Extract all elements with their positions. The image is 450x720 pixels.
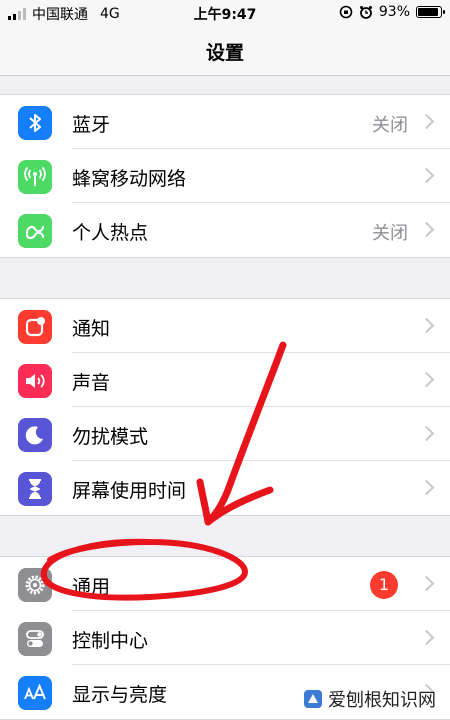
settings-row-cellular[interactable]: 蜂窝移动网络 xyxy=(0,149,450,203)
status-right: 93% xyxy=(339,4,445,20)
settings-row-hotspot[interactable]: 个人热点 关闭 xyxy=(0,203,450,257)
bluetooth-icon xyxy=(18,106,52,140)
settings-row-do-not-disturb[interactable]: 勿扰模式 xyxy=(0,407,450,461)
toggles-icon xyxy=(18,622,52,656)
hotspot-icon xyxy=(18,214,52,248)
row-value: 关闭 xyxy=(372,115,408,136)
row-label: 屏幕使用时间 xyxy=(72,480,187,502)
row-label: 通知 xyxy=(72,318,111,340)
antenna-icon xyxy=(18,160,52,194)
row-label: 显示与亮度 xyxy=(72,684,168,706)
moon-icon xyxy=(18,418,52,452)
settings-row-notifications[interactable]: 通知 xyxy=(0,299,450,353)
chevron-right-icon xyxy=(418,371,435,388)
chevron-right-icon xyxy=(418,575,435,592)
watermark-text: 爱刨根知识网 xyxy=(328,690,436,711)
text-size-icon xyxy=(18,676,52,710)
settings-row-general[interactable]: 通用 1 xyxy=(0,557,450,611)
settings-row-control-center[interactable]: 控制中心 xyxy=(0,611,450,665)
alarm-icon xyxy=(359,6,372,19)
connectivity-section: 蓝牙 关闭 蜂窝移动网络 个人热点 关闭 xyxy=(0,94,450,258)
watermark: 爱刨根知识网 xyxy=(302,686,436,712)
settings-row-bluetooth[interactable]: 蓝牙 关闭 xyxy=(0,95,450,149)
row-label: 声音 xyxy=(72,372,111,394)
battery-icon xyxy=(416,6,445,18)
chevron-right-icon xyxy=(418,317,435,334)
chevron-right-icon xyxy=(418,113,435,130)
row-label: 通用 xyxy=(72,576,111,598)
gear-icon xyxy=(18,568,52,602)
chevron-right-icon xyxy=(418,221,435,238)
settings-row-sounds[interactable]: 声音 xyxy=(0,353,450,407)
row-label: 控制中心 xyxy=(72,630,149,652)
navigation-bar: 设置 xyxy=(0,26,450,76)
row-label: 蜂窝移动网络 xyxy=(72,168,187,190)
orientation-lock-icon xyxy=(339,5,353,19)
page-title: 设置 xyxy=(205,42,244,64)
settings-row-screen-time[interactable]: 屏幕使用时间 xyxy=(0,461,450,515)
battery-percent: 93% xyxy=(378,4,410,20)
chevron-right-icon xyxy=(418,629,435,646)
notification-icon xyxy=(18,310,52,344)
speaker-icon xyxy=(18,364,52,398)
status-bar: 中国联通 4G 上午9:47 93% xyxy=(0,0,450,26)
notifications-section: 通知 声音 勿扰模式 屏幕使用时间 xyxy=(0,298,450,516)
update-badge: 1 xyxy=(370,571,398,599)
hourglass-icon xyxy=(18,472,52,506)
row-label: 勿扰模式 xyxy=(72,426,149,448)
row-label: 蓝牙 xyxy=(72,114,111,136)
settings-screen: 中国联通 4G 上午9:47 93% 设置 蓝牙 关闭 蜂窝移动网络 个人热点 … xyxy=(0,0,450,720)
chevron-right-icon xyxy=(418,425,435,442)
row-value: 关闭 xyxy=(372,223,408,244)
row-label: 个人热点 xyxy=(72,222,149,244)
chevron-right-icon xyxy=(418,479,435,496)
watermark-logo-icon xyxy=(304,690,322,708)
chevron-right-icon xyxy=(418,167,435,184)
